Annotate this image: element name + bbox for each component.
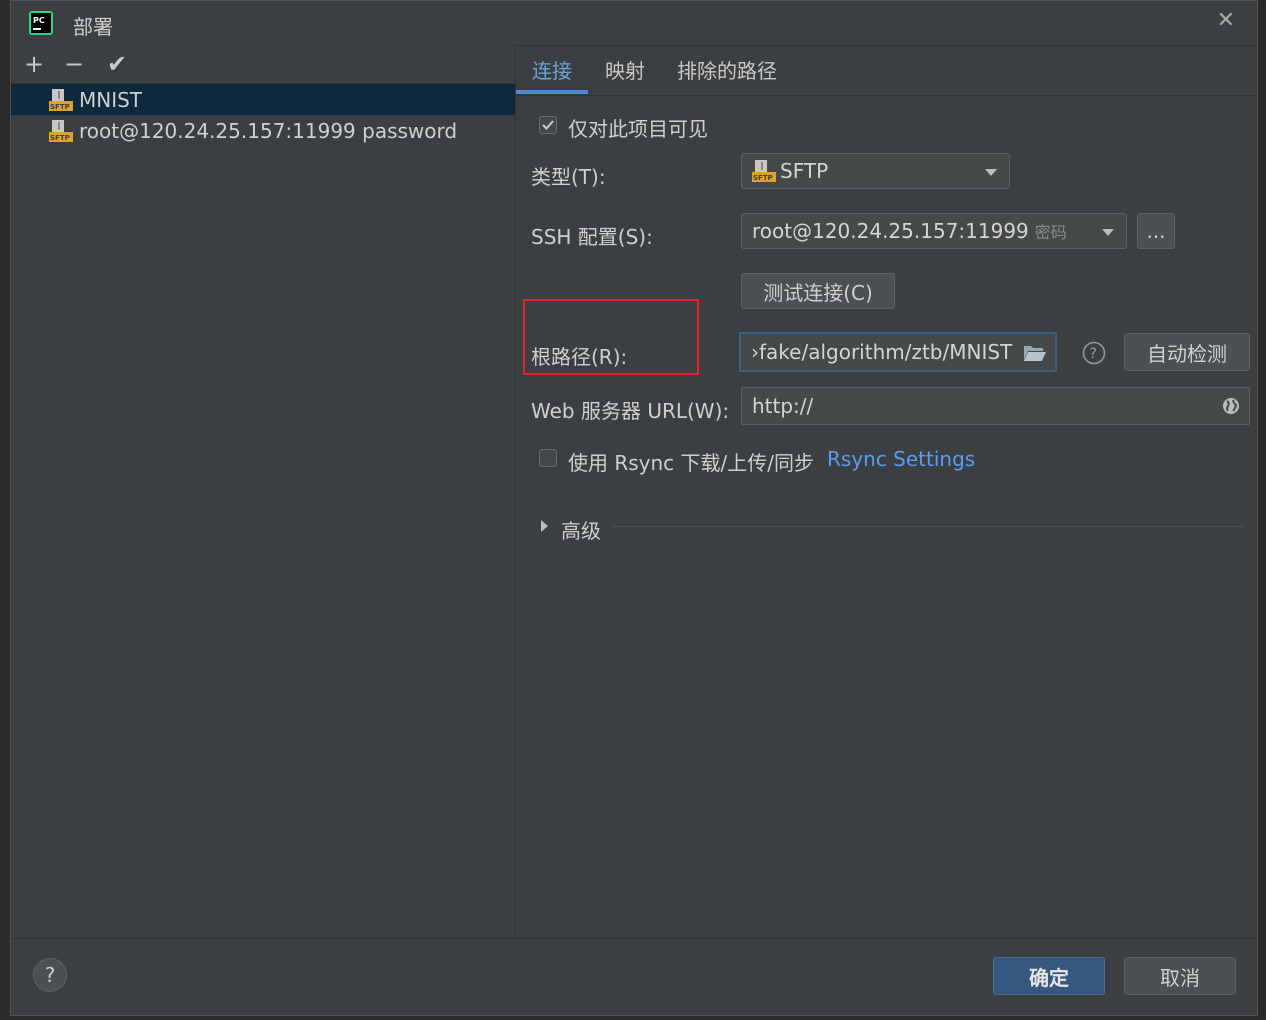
help-button[interactable]: ? [33, 958, 67, 992]
background-edge-right [1258, 0, 1266, 1020]
server-item-mnist[interactable]: SFTP MNIST [11, 84, 515, 115]
close-icon[interactable]: ✕ [1217, 9, 1235, 33]
ok-button[interactable]: 确定 [993, 957, 1105, 995]
chevron-down-icon [1102, 229, 1114, 236]
globe-icon[interactable] [1221, 396, 1241, 416]
folder-icon[interactable] [1023, 344, 1047, 362]
rsync-label: 使用 Rsync 下载/上传/同步 [568, 451, 815, 475]
checkmark-icon [542, 120, 554, 130]
sftp-icon: SFTP [49, 88, 73, 111]
deployment-dialog: PC 部署 ✕ + − ✔ SFTP MNIST SFTP root@120.2… [10, 0, 1258, 1016]
type-select[interactable]: SFTP SFTP [741, 153, 1010, 189]
settings-tabs: 连接 映射 排除的路径 [516, 45, 1257, 96]
title-bar: PC 部署 ✕ [11, 1, 1257, 46]
tab-excluded-paths[interactable]: 排除的路径 [677, 55, 777, 84]
svg-text:PC: PC [33, 16, 45, 25]
highlight-box [523, 299, 699, 375]
server-label: root@120.24.25.157:11999 password [79, 118, 458, 143]
remove-server-button[interactable]: − [61, 51, 87, 77]
server-item-root[interactable]: SFTP root@120.24.25.157:11999 password [11, 115, 515, 146]
svg-text:?: ? [1090, 346, 1097, 362]
server-toolbar: + − ✔ [11, 45, 515, 84]
ssh-config-more-button[interactable]: ... [1137, 213, 1175, 249]
server-list-pane: + − ✔ SFTP MNIST SFTP root@120.24.25.157… [11, 45, 516, 938]
ssh-config-select[interactable]: root@120.24.25.157:11999 密码 [741, 213, 1127, 249]
help-icon[interactable]: ? [1082, 341, 1106, 365]
background-edge-left [0, 0, 10, 1020]
ssh-config-auth: 密码 [1034, 223, 1067, 242]
advanced-section-label[interactable]: 高级 [561, 515, 601, 544]
sftp-icon: SFTP [49, 119, 73, 142]
dialog-footer: ? 确定 取消 [11, 938, 1257, 1018]
web-url-input[interactable]: http:// [741, 387, 1250, 425]
ssh-config-value: root@120.24.25.157:11999 [752, 219, 1029, 243]
server-tree: SFTP MNIST SFTP root@120.24.25.157:11999… [11, 84, 515, 146]
test-connection-button[interactable]: 测试连接(C) [741, 273, 895, 309]
root-path-input[interactable]: ›fake/algorithm/ztb/MNIST [739, 332, 1057, 372]
sftp-icon: SFTP [752, 160, 776, 182]
tab-mappings[interactable]: 映射 [605, 55, 645, 84]
svg-text:SFTP: SFTP [753, 174, 773, 182]
apply-default-button[interactable]: ✔ [104, 51, 130, 77]
rsync-checkbox[interactable] [539, 449, 557, 467]
pycharm-icon: PC [29, 11, 53, 35]
active-tab-indicator [516, 90, 588, 94]
visible-only-label: 仅对此项目可见 [568, 117, 708, 141]
rsync-settings-link[interactable]: Rsync Settings [827, 447, 975, 471]
add-server-button[interactable]: + [21, 51, 47, 77]
cancel-button[interactable]: 取消 [1124, 957, 1236, 995]
settings-pane: 连接 映射 排除的路径 仅对此项目可见 类型(T): SFTP SFTP SSH… [516, 45, 1257, 938]
type-label: 类型(T): [531, 165, 606, 189]
svg-text:SFTP: SFTP [50, 134, 70, 142]
dialog-title: 部署 [73, 15, 113, 39]
server-label: MNIST [79, 87, 143, 112]
autodetect-button[interactable]: 自动检测 [1124, 333, 1250, 371]
ssh-config-label: SSH 配置(S): [531, 225, 653, 249]
visible-only-checkbox[interactable] [539, 116, 557, 134]
web-url-label: Web 服务器 URL(W): [531, 399, 730, 423]
web-url-value: http:// [752, 394, 814, 418]
expand-arrow-icon[interactable] [539, 519, 549, 533]
root-path-value: ›fake/algorithm/ztb/MNIST [751, 340, 1013, 364]
type-value: SFTP [780, 159, 829, 183]
chevron-down-icon [985, 169, 997, 176]
advanced-separator [612, 526, 1244, 527]
tab-connection[interactable]: 连接 [532, 55, 572, 84]
svg-text:SFTP: SFTP [50, 103, 70, 111]
